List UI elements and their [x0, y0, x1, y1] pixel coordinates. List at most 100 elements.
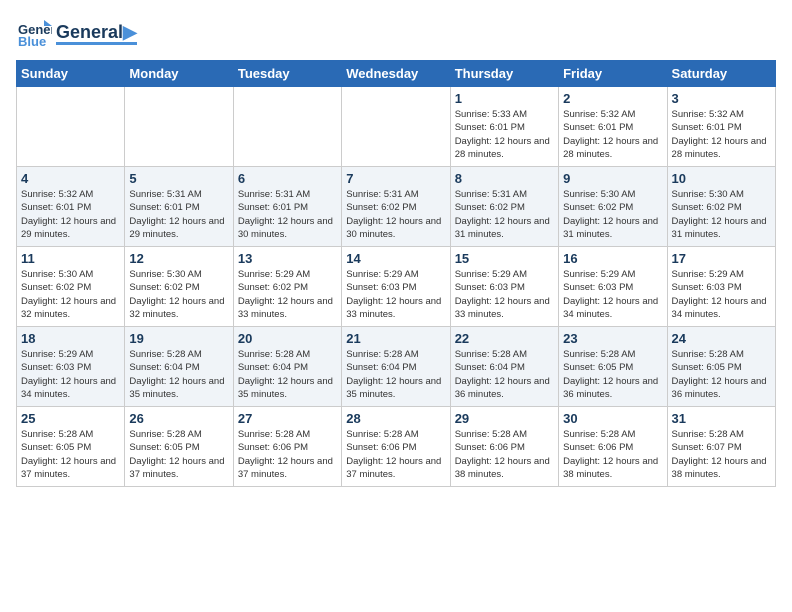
- day-info: Sunrise: 5:29 AM Sunset: 6:03 PM Dayligh…: [21, 348, 120, 401]
- day-info: Sunrise: 5:28 AM Sunset: 6:05 PM Dayligh…: [672, 348, 771, 401]
- calendar-cell: 18 Sunrise: 5:29 AM Sunset: 6:03 PM Dayl…: [17, 327, 125, 407]
- calendar-week-row: 11 Sunrise: 5:30 AM Sunset: 6:02 PM Dayl…: [17, 247, 776, 327]
- day-info: Sunrise: 5:29 AM Sunset: 6:02 PM Dayligh…: [238, 268, 337, 321]
- day-number: 16: [563, 251, 662, 266]
- day-info: Sunrise: 5:28 AM Sunset: 6:05 PM Dayligh…: [21, 428, 120, 481]
- weekday-header-wednesday: Wednesday: [342, 61, 450, 87]
- day-info: Sunrise: 5:28 AM Sunset: 6:06 PM Dayligh…: [346, 428, 445, 481]
- day-info: Sunrise: 5:30 AM Sunset: 6:02 PM Dayligh…: [672, 188, 771, 241]
- day-number: 14: [346, 251, 445, 266]
- calendar-cell: 30 Sunrise: 5:28 AM Sunset: 6:06 PM Dayl…: [559, 407, 667, 487]
- calendar-cell: 16 Sunrise: 5:29 AM Sunset: 6:03 PM Dayl…: [559, 247, 667, 327]
- day-info: Sunrise: 5:31 AM Sunset: 6:02 PM Dayligh…: [455, 188, 554, 241]
- calendar-cell: [342, 87, 450, 167]
- weekday-header-tuesday: Tuesday: [233, 61, 341, 87]
- weekday-header-friday: Friday: [559, 61, 667, 87]
- calendar-cell: 20 Sunrise: 5:28 AM Sunset: 6:04 PM Dayl…: [233, 327, 341, 407]
- calendar-cell: 3 Sunrise: 5:32 AM Sunset: 6:01 PM Dayli…: [667, 87, 775, 167]
- day-info: Sunrise: 5:28 AM Sunset: 6:06 PM Dayligh…: [455, 428, 554, 481]
- calendar-cell: 24 Sunrise: 5:28 AM Sunset: 6:05 PM Dayl…: [667, 327, 775, 407]
- day-number: 28: [346, 411, 445, 426]
- day-number: 2: [563, 91, 662, 106]
- day-number: 21: [346, 331, 445, 346]
- day-number: 11: [21, 251, 120, 266]
- day-info: Sunrise: 5:33 AM Sunset: 6:01 PM Dayligh…: [455, 108, 554, 161]
- weekday-header-sunday: Sunday: [17, 61, 125, 87]
- day-number: 23: [563, 331, 662, 346]
- day-number: 1: [455, 91, 554, 106]
- calendar-week-row: 4 Sunrise: 5:32 AM Sunset: 6:01 PM Dayli…: [17, 167, 776, 247]
- day-number: 3: [672, 91, 771, 106]
- day-info: Sunrise: 5:29 AM Sunset: 6:03 PM Dayligh…: [455, 268, 554, 321]
- day-number: 26: [129, 411, 228, 426]
- calendar-cell: 17 Sunrise: 5:29 AM Sunset: 6:03 PM Dayl…: [667, 247, 775, 327]
- day-number: 12: [129, 251, 228, 266]
- calendar-cell: 13 Sunrise: 5:29 AM Sunset: 6:02 PM Dayl…: [233, 247, 341, 327]
- calendar-week-row: 18 Sunrise: 5:29 AM Sunset: 6:03 PM Dayl…: [17, 327, 776, 407]
- day-number: 5: [129, 171, 228, 186]
- calendar-cell: 26 Sunrise: 5:28 AM Sunset: 6:05 PM Dayl…: [125, 407, 233, 487]
- day-info: Sunrise: 5:28 AM Sunset: 6:07 PM Dayligh…: [672, 428, 771, 481]
- day-info: Sunrise: 5:31 AM Sunset: 6:01 PM Dayligh…: [129, 188, 228, 241]
- day-number: 17: [672, 251, 771, 266]
- day-number: 18: [21, 331, 120, 346]
- day-number: 4: [21, 171, 120, 186]
- day-info: Sunrise: 5:29 AM Sunset: 6:03 PM Dayligh…: [563, 268, 662, 321]
- calendar-cell: 7 Sunrise: 5:31 AM Sunset: 6:02 PM Dayli…: [342, 167, 450, 247]
- logo-icon: General Blue: [16, 16, 52, 52]
- calendar-header-row: SundayMondayTuesdayWednesdayThursdayFrid…: [17, 61, 776, 87]
- calendar-cell: 6 Sunrise: 5:31 AM Sunset: 6:01 PM Dayli…: [233, 167, 341, 247]
- day-info: Sunrise: 5:28 AM Sunset: 6:06 PM Dayligh…: [238, 428, 337, 481]
- calendar-week-row: 25 Sunrise: 5:28 AM Sunset: 6:05 PM Dayl…: [17, 407, 776, 487]
- page-header: General Blue General▶: [16, 16, 776, 52]
- calendar-cell: 29 Sunrise: 5:28 AM Sunset: 6:06 PM Dayl…: [450, 407, 558, 487]
- calendar-cell: [233, 87, 341, 167]
- calendar-cell: 8 Sunrise: 5:31 AM Sunset: 6:02 PM Dayli…: [450, 167, 558, 247]
- calendar-cell: 9 Sunrise: 5:30 AM Sunset: 6:02 PM Dayli…: [559, 167, 667, 247]
- calendar-cell: 19 Sunrise: 5:28 AM Sunset: 6:04 PM Dayl…: [125, 327, 233, 407]
- day-info: Sunrise: 5:28 AM Sunset: 6:05 PM Dayligh…: [129, 428, 228, 481]
- day-info: Sunrise: 5:31 AM Sunset: 6:02 PM Dayligh…: [346, 188, 445, 241]
- svg-text:Blue: Blue: [18, 34, 46, 49]
- day-number: 15: [455, 251, 554, 266]
- calendar-cell: 31 Sunrise: 5:28 AM Sunset: 6:07 PM Dayl…: [667, 407, 775, 487]
- calendar-cell: 11 Sunrise: 5:30 AM Sunset: 6:02 PM Dayl…: [17, 247, 125, 327]
- calendar-table: SundayMondayTuesdayWednesdayThursdayFrid…: [16, 60, 776, 487]
- day-number: 7: [346, 171, 445, 186]
- day-number: 22: [455, 331, 554, 346]
- day-number: 20: [238, 331, 337, 346]
- logo-line1: General▶: [56, 23, 137, 43]
- logo-line2: [56, 42, 137, 45]
- day-info: Sunrise: 5:28 AM Sunset: 6:05 PM Dayligh…: [563, 348, 662, 401]
- weekday-header-saturday: Saturday: [667, 61, 775, 87]
- day-number: 10: [672, 171, 771, 186]
- day-number: 8: [455, 171, 554, 186]
- calendar-cell: 25 Sunrise: 5:28 AM Sunset: 6:05 PM Dayl…: [17, 407, 125, 487]
- day-number: 30: [563, 411, 662, 426]
- logo-text-block: General▶: [56, 23, 137, 46]
- day-info: Sunrise: 5:30 AM Sunset: 6:02 PM Dayligh…: [21, 268, 120, 321]
- logo: General Blue General▶: [16, 16, 137, 52]
- day-number: 29: [455, 411, 554, 426]
- day-number: 24: [672, 331, 771, 346]
- day-info: Sunrise: 5:29 AM Sunset: 6:03 PM Dayligh…: [672, 268, 771, 321]
- calendar-cell: 5 Sunrise: 5:31 AM Sunset: 6:01 PM Dayli…: [125, 167, 233, 247]
- day-info: Sunrise: 5:28 AM Sunset: 6:06 PM Dayligh…: [563, 428, 662, 481]
- calendar-cell: 2 Sunrise: 5:32 AM Sunset: 6:01 PM Dayli…: [559, 87, 667, 167]
- calendar-cell: 1 Sunrise: 5:33 AM Sunset: 6:01 PM Dayli…: [450, 87, 558, 167]
- day-number: 27: [238, 411, 337, 426]
- day-info: Sunrise: 5:29 AM Sunset: 6:03 PM Dayligh…: [346, 268, 445, 321]
- day-info: Sunrise: 5:28 AM Sunset: 6:04 PM Dayligh…: [455, 348, 554, 401]
- calendar-cell: 28 Sunrise: 5:28 AM Sunset: 6:06 PM Dayl…: [342, 407, 450, 487]
- day-info: Sunrise: 5:32 AM Sunset: 6:01 PM Dayligh…: [21, 188, 120, 241]
- calendar-cell: 21 Sunrise: 5:28 AM Sunset: 6:04 PM Dayl…: [342, 327, 450, 407]
- calendar-cell: 23 Sunrise: 5:28 AM Sunset: 6:05 PM Dayl…: [559, 327, 667, 407]
- weekday-header-thursday: Thursday: [450, 61, 558, 87]
- weekday-header-monday: Monday: [125, 61, 233, 87]
- day-info: Sunrise: 5:32 AM Sunset: 6:01 PM Dayligh…: [672, 108, 771, 161]
- day-info: Sunrise: 5:28 AM Sunset: 6:04 PM Dayligh…: [129, 348, 228, 401]
- day-number: 19: [129, 331, 228, 346]
- day-number: 13: [238, 251, 337, 266]
- calendar-cell: 27 Sunrise: 5:28 AM Sunset: 6:06 PM Dayl…: [233, 407, 341, 487]
- day-info: Sunrise: 5:31 AM Sunset: 6:01 PM Dayligh…: [238, 188, 337, 241]
